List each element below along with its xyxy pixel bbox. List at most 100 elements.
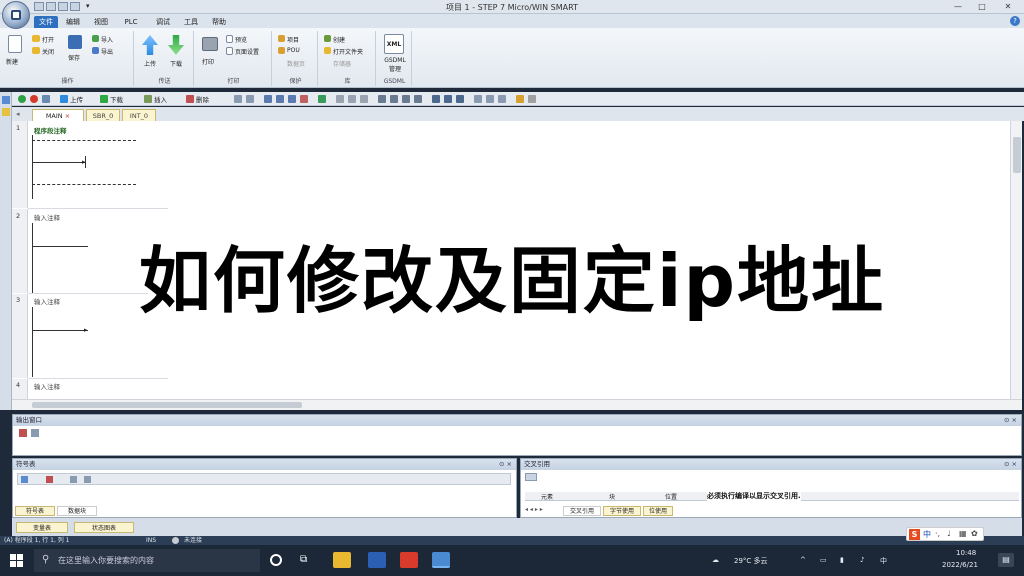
export-button[interactable]: 导出 <box>101 47 113 56</box>
pou-comment-icon[interactable] <box>474 95 482 103</box>
tab-main-close-icon[interactable]: × <box>65 112 70 120</box>
tab-main[interactable]: MAIN × <box>32 109 84 121</box>
clear-bookmarks-icon[interactable] <box>300 95 308 103</box>
insert-network-icon[interactable] <box>318 95 326 103</box>
file-explorer-icon[interactable] <box>333 552 351 568</box>
line-right-icon[interactable] <box>414 95 422 103</box>
ime-chinese-mode[interactable]: 中 <box>923 529 931 540</box>
copy-output-icon[interactable] <box>31 429 39 437</box>
tab-variable-table[interactable]: 变量表 <box>16 522 68 533</box>
library-memory-button[interactable]: 存储器 <box>333 59 351 68</box>
horizontal-scroll-thumb[interactable] <box>32 402 302 408</box>
symbol-sort-icon[interactable] <box>70 476 77 483</box>
vertical-scroll-thumb[interactable] <box>1013 137 1021 173</box>
create-library-button[interactable]: 创建 <box>333 35 345 44</box>
clock-time[interactable]: 10:48 <box>956 549 976 557</box>
maximize-button[interactable]: □ <box>972 1 992 12</box>
contact-icon[interactable] <box>432 95 440 103</box>
box-icon[interactable] <box>456 95 464 103</box>
gsdml-manage-button[interactable]: GSDML 管理 <box>380 57 410 73</box>
tab-byte-usage[interactable]: 字节使用 <box>603 506 641 516</box>
minimize-button[interactable]: — <box>948 1 968 12</box>
compile-icon[interactable] <box>42 95 50 103</box>
new-button[interactable]: 新建 <box>6 57 18 66</box>
protect-project-button[interactable]: 项目 <box>287 35 299 44</box>
rung-comment-2[interactable]: 输入注释 <box>34 212 60 222</box>
tab-int0[interactable]: INT_0 <box>122 109 156 121</box>
editor-horizontal-scrollbar[interactable] <box>12 399 1022 410</box>
symbol-icon[interactable] <box>360 95 368 103</box>
taskbar-search-box[interactable]: ⚲ 在这里输入你要搜索的内容 <box>34 549 260 572</box>
ime-toolbar[interactable]: S 中 ·, ♩ ▦ ✿ <box>906 527 984 541</box>
ime-mic-icon[interactable]: ♩ <box>947 529 951 538</box>
tab-edit[interactable]: 编辑 <box>62 16 84 28</box>
tab-debug[interactable]: 调试 <box>152 16 174 28</box>
open-button[interactable]: 打开 <box>42 35 54 44</box>
wps-icon[interactable] <box>400 552 418 568</box>
xref-tab-nav-icons[interactable]: ◂ ◂ ▸ ▸ <box>525 506 543 513</box>
cortana-icon[interactable] <box>270 554 282 566</box>
line-down-icon[interactable] <box>378 95 386 103</box>
close-project-button[interactable]: 关闭 <box>42 47 54 56</box>
step7-taskbar-icon[interactable] <box>432 552 450 568</box>
print-button[interactable]: 打印 <box>202 57 214 66</box>
symbol-filter-icon[interactable] <box>84 476 91 483</box>
toolbar-download-button[interactable]: 下载 <box>110 94 123 104</box>
line-up-icon[interactable] <box>390 95 398 103</box>
tab-status-chart[interactable]: 状态图表 <box>74 522 134 533</box>
tab-symbol-table[interactable]: 符号表 <box>15 506 55 516</box>
input-lang[interactable]: 中 <box>880 556 887 566</box>
line-left-icon[interactable] <box>402 95 410 103</box>
preview-button[interactable]: 预览 <box>235 35 247 44</box>
rung-comment-4[interactable]: 输入注释 <box>34 381 60 391</box>
symbol-delete-icon[interactable] <box>46 476 53 483</box>
symbol-pin-close-icon[interactable]: ⊙ × <box>499 459 512 470</box>
volume-icon[interactable]: ♪ <box>860 556 864 564</box>
coil-icon[interactable] <box>444 95 452 103</box>
project-tree-icon[interactable] <box>2 96 10 104</box>
tab-bit-usage[interactable]: 位使用 <box>643 506 673 516</box>
ime-punctuation-icon[interactable]: ·, <box>935 529 940 538</box>
page-setup-button[interactable]: 页面设置 <box>235 47 259 56</box>
open-library-folder-button[interactable]: 打开文件夹 <box>333 47 363 56</box>
help-icon[interactable]: ? <box>1010 16 1020 26</box>
tab-cross-reference[interactable]: 交叉引用 <box>563 506 601 516</box>
properties-icon[interactable] <box>498 95 506 103</box>
save-button[interactable]: 保存 <box>68 53 80 62</box>
instructions-icon[interactable] <box>2 108 10 116</box>
upload-button[interactable]: 上传 <box>144 59 156 68</box>
import-button[interactable]: 导入 <box>101 35 113 44</box>
network-comment-icon[interactable] <box>486 95 494 103</box>
toolbar-delete-button[interactable]: 删除 <box>196 94 209 104</box>
weather-text[interactable]: 29°C 多云 <box>734 556 768 566</box>
next-bookmark-icon[interactable] <box>276 95 284 103</box>
notification-icon[interactable]: ▤ <box>998 553 1014 567</box>
xref-pin-close-icon[interactable]: ⊙ × <box>1004 459 1017 470</box>
prev-bookmark-icon[interactable] <box>288 95 296 103</box>
ime-keyboard-icon[interactable]: ▦ <box>959 529 967 538</box>
network-icon[interactable]: ▭ <box>820 556 827 564</box>
rung-comment-1[interactable]: 程序段注释 <box>34 125 67 135</box>
tab-file[interactable]: 文件 <box>34 16 58 28</box>
word-icon[interactable] <box>368 552 386 568</box>
run-icon[interactable] <box>18 95 26 103</box>
ime-skin-icon[interactable]: ✿ <box>971 529 978 538</box>
download-button[interactable]: 下载 <box>170 59 182 68</box>
tab-data-block[interactable]: 数据块 <box>57 506 97 516</box>
output-pin-close-icon[interactable]: ⊙ × <box>1004 415 1017 426</box>
xref-options-icon[interactable] <box>525 473 537 481</box>
tab-tools[interactable]: 工具 <box>180 16 202 28</box>
toolbar-upload-button[interactable]: 上传 <box>70 94 83 104</box>
clear-output-icon[interactable] <box>19 429 27 437</box>
clock-date[interactable]: 2022/6/21 <box>942 561 978 569</box>
stop-icon[interactable] <box>30 95 38 103</box>
toolbar-more-icon[interactable] <box>528 95 536 103</box>
toolbar-lock-icon[interactable] <box>516 95 524 103</box>
tray-chevron-icon[interactable]: ^ <box>800 556 806 564</box>
tab-help[interactable]: 帮助 <box>208 16 230 28</box>
symbol-add-icon[interactable] <box>21 476 28 483</box>
close-button[interactable]: ✕ <box>998 1 1018 12</box>
protect-data-page-button[interactable]: 数据页 <box>287 59 305 68</box>
pause-monitor-icon[interactable] <box>246 95 254 103</box>
tab-plc[interactable]: PLC <box>120 16 142 28</box>
